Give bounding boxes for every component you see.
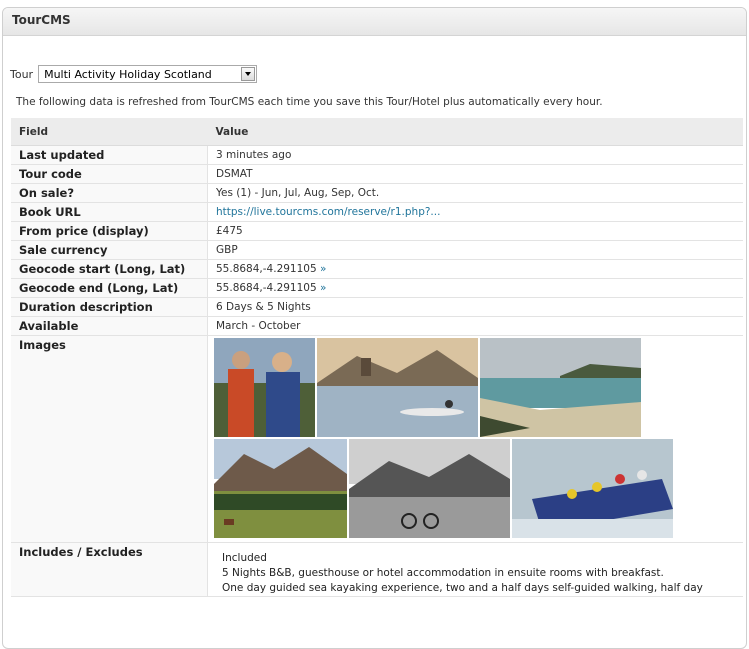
includes-heading: Included (222, 552, 267, 564)
photo-bike-glen[interactable] (349, 439, 510, 538)
column-header-value: Value (207, 118, 743, 146)
field-cell: Sale currency (11, 240, 208, 260)
field-cell: From price (display) (11, 221, 208, 241)
images-cell (207, 335, 743, 543)
geocode-end-value: 55.8684,-4.291105 (216, 282, 317, 294)
photo-loch-kayak[interactable] (317, 338, 478, 437)
geocode-start-value: 55.8684,-4.291105 (216, 263, 317, 275)
value-cell: 55.8684,-4.291105 » (207, 259, 743, 279)
book-url-link[interactable]: https://live.tourcms.com/reserve/r1.php?… (216, 206, 440, 218)
table-row: Tour code DSMAT (11, 164, 743, 184)
table-row: Available March - October (11, 316, 743, 336)
value-cell: 6 Days & 5 Nights (207, 297, 743, 317)
field-cell: Last updated (11, 145, 208, 165)
table-row: On sale? Yes (1) - Jun, Jul, Aug, Sep, O… (11, 183, 743, 203)
value-cell: March - October (207, 316, 743, 336)
image-gallery (208, 336, 714, 542)
field-cell: Images (11, 335, 208, 543)
photo-rafting[interactable] (512, 439, 673, 538)
table-row: Book URL https://live.tourcms.com/reserv… (11, 202, 743, 222)
value-cell: £475 (207, 221, 743, 241)
value-cell: https://live.tourcms.com/reserve/r1.php?… (207, 202, 743, 222)
dropdown-arrow-icon[interactable] (241, 67, 256, 81)
tour-data-table: Field Value Last updated 3 minutes ago T… (11, 118, 743, 597)
value-cell: Yes (1) - Jun, Jul, Aug, Sep, Oct. (207, 183, 743, 203)
table-row: Geocode start (Long, Lat) 55.8684,-4.291… (11, 259, 743, 279)
panel-title: TourCMS (3, 8, 746, 36)
tour-selector-row: Tour Multi Activity Holiday Scotland (10, 65, 258, 83)
includes-cell: Included 5 Nights B&B, guesthouse or hot… (207, 542, 743, 597)
field-cell: Geocode end (Long, Lat) (11, 278, 208, 298)
field-cell: On sale? (11, 183, 208, 203)
field-cell: Book URL (11, 202, 208, 222)
table-row: From price (display) £475 (11, 221, 743, 241)
field-cell: Duration description (11, 297, 208, 317)
photo-coast-beach[interactable] (480, 338, 641, 437)
table-row: Last updated 3 minutes ago (11, 145, 743, 165)
tour-select-value: Multi Activity Holiday Scotland (44, 68, 212, 81)
field-cell: Tour code (11, 164, 208, 184)
value-cell: GBP (207, 240, 743, 260)
field-cell: Includes / Excludes (11, 542, 208, 597)
table-row: Geocode end (Long, Lat) 55.8684,-4.29110… (11, 278, 743, 298)
refresh-info-text: The following data is refreshed from Tou… (16, 96, 603, 108)
tourcms-panel: TourCMS Tour Multi Activity Holiday Scot… (2, 7, 747, 649)
tour-label: Tour (10, 67, 34, 81)
field-cell: Geocode start (Long, Lat) (11, 259, 208, 279)
table-header-row: Field Value (11, 118, 743, 146)
includes-line: 5 Nights B&B, guesthouse or hotel accomm… (222, 567, 664, 579)
photo-mountain-cattle[interactable] (214, 439, 347, 538)
table-row-includes: Includes / Excludes Included 5 Nights B&… (11, 542, 743, 597)
includes-content: Included 5 Nights B&B, guesthouse or hot… (208, 543, 743, 596)
table-row: Duration description 6 Days & 5 Nights (11, 297, 743, 317)
column-header-field: Field (11, 118, 208, 146)
geocode-end-map-link[interactable]: » (320, 282, 326, 294)
tour-select[interactable]: Multi Activity Holiday Scotland (38, 65, 258, 83)
value-cell: 55.8684,-4.291105 » (207, 278, 743, 298)
table-row: Sale currency GBP (11, 240, 743, 260)
photo-hikers[interactable] (214, 338, 315, 437)
includes-line: One day guided sea kayaking experience, … (222, 582, 703, 594)
table-row-images: Images (11, 335, 743, 543)
field-cell: Available (11, 316, 208, 336)
geocode-start-map-link[interactable]: » (320, 263, 326, 275)
value-cell: DSMAT (207, 164, 743, 184)
value-cell: 3 minutes ago (207, 145, 743, 165)
